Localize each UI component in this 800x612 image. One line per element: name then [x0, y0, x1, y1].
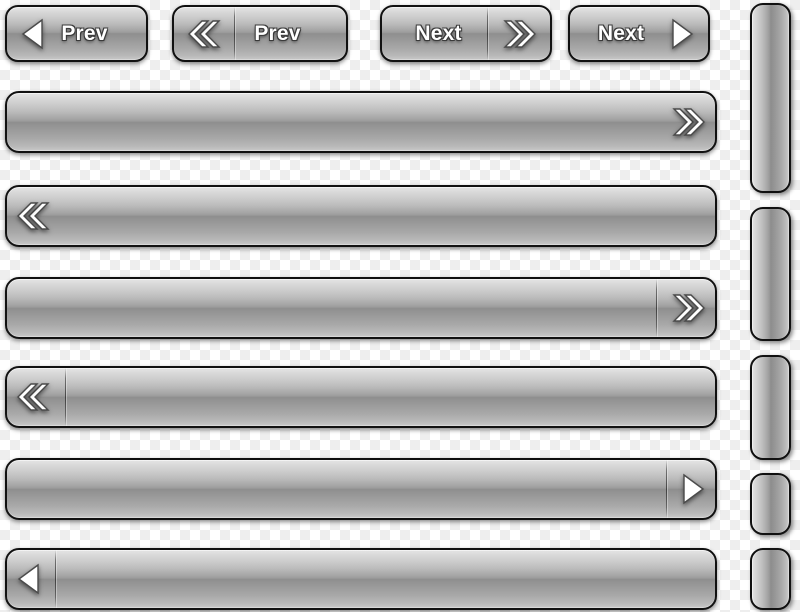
triangle-right-icon	[670, 18, 694, 50]
nav-bar-bar-prev-triangle-divided[interactable]	[5, 548, 717, 610]
nav-bar-bar-next-triangle-divided[interactable]	[5, 458, 717, 520]
nav-button-next-triangle[interactable]: Next	[568, 5, 710, 62]
triangle-left-icon	[17, 563, 41, 595]
nav-button-next-chevrons[interactable]: Next	[380, 5, 552, 62]
double-chevron-right-icon	[671, 105, 705, 139]
button-divider	[65, 368, 66, 426]
nav-button-prev-triangle[interactable]: Prev	[5, 5, 148, 62]
button-label: Prev	[254, 21, 301, 45]
nav-vertical-bar-vbar-3[interactable]	[750, 355, 791, 460]
button-set-canvas: Prev Prev Next Next	[0, 0, 800, 612]
nav-vertical-bar-vbar-5[interactable]	[750, 548, 791, 610]
double-chevron-right-icon	[502, 17, 537, 51]
button-divider	[666, 460, 667, 518]
button-label: Prev	[61, 21, 108, 45]
nav-bar-bar-next-chevrons-divided[interactable]	[5, 277, 717, 339]
button-divider	[656, 279, 657, 337]
nav-vertical-bar-vbar-4[interactable]	[750, 473, 791, 535]
nav-bar-bar-next-chevrons[interactable]	[5, 91, 717, 153]
nav-bar-bar-prev-chevrons[interactable]	[5, 185, 717, 247]
button-divider	[487, 7, 489, 60]
triangle-right-icon	[681, 473, 705, 505]
double-chevron-right-icon	[671, 291, 705, 325]
nav-vertical-bar-vbar-2[interactable]	[750, 207, 791, 341]
nav-bar-bar-prev-chevrons-divided[interactable]	[5, 366, 717, 428]
double-chevron-left-icon	[17, 380, 51, 414]
double-chevron-left-icon	[17, 199, 51, 233]
double-chevron-left-icon	[188, 17, 222, 51]
button-divider	[234, 7, 235, 60]
button-label: Next	[597, 21, 645, 45]
nav-vertical-bar-vbar-1[interactable]	[750, 3, 791, 193]
button-label: Next	[415, 21, 462, 45]
nav-button-prev-chevrons[interactable]: Prev	[172, 5, 348, 62]
button-divider	[55, 550, 56, 608]
triangle-left-icon	[21, 18, 45, 50]
